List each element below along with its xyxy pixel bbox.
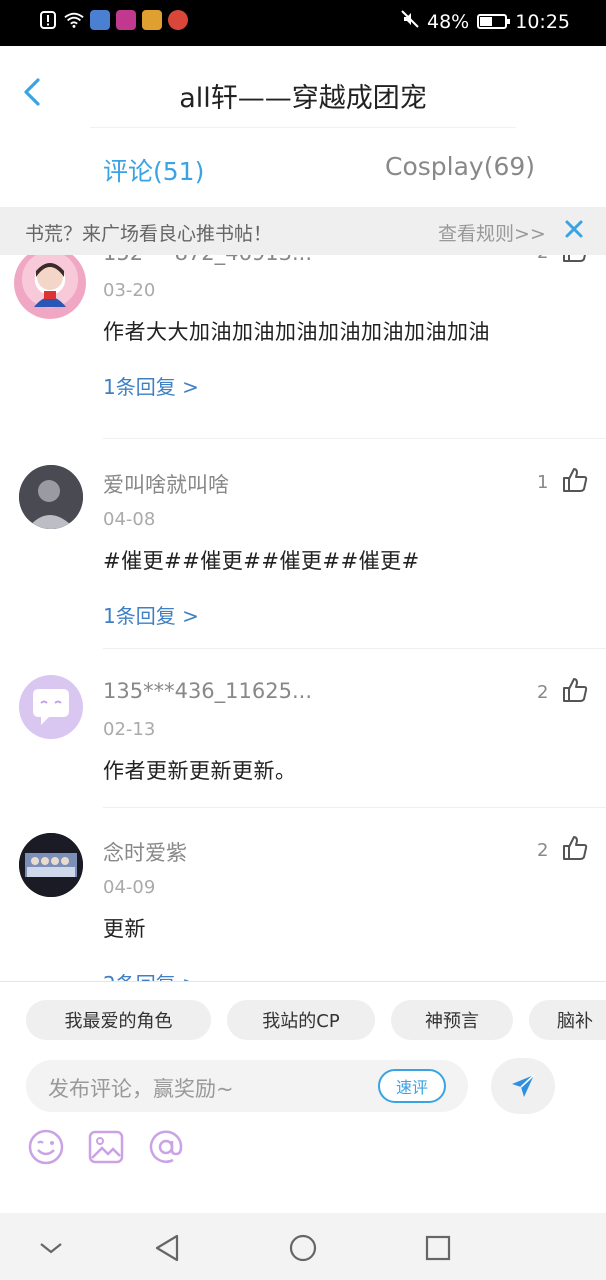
thumbs-up-icon[interactable] bbox=[561, 466, 589, 494]
comment-input[interactable]: 发布评论，赢奖励~ 速评 bbox=[26, 1060, 468, 1112]
comment-username[interactable]: 爱叫啥就叫啥 bbox=[103, 469, 229, 499]
header-divider bbox=[90, 127, 516, 128]
topic-tags: 我最爱的角色 我站的CP 神预言 脑补 bbox=[0, 1000, 606, 1040]
like-count: 2 bbox=[537, 840, 549, 861]
quick-review-button[interactable]: 速评 bbox=[378, 1069, 446, 1103]
composer-tools bbox=[26, 1127, 186, 1167]
system-nav-bar bbox=[0, 1213, 606, 1280]
send-icon bbox=[512, 1074, 535, 1097]
tab-bar: 评论(51) Cosplay(69) bbox=[0, 140, 606, 206]
chat-bubble-avatar-icon bbox=[33, 689, 69, 725]
app-icon-2 bbox=[116, 10, 136, 30]
comment-item: 爱叫啥就叫啥 1 04-08 #催更##催更##催更##催更# 1条回复 > bbox=[0, 445, 606, 655]
battery-icon bbox=[477, 14, 511, 29]
like-count: 2 bbox=[537, 682, 549, 703]
tab-comments[interactable]: 评论(51) bbox=[103, 152, 204, 188]
mute-icon bbox=[401, 10, 419, 33]
avatar-portrait bbox=[19, 465, 83, 529]
tab-cosplay[interactable]: Cosplay(69) bbox=[385, 152, 535, 181]
thumbs-up-icon[interactable] bbox=[561, 834, 589, 862]
avatar[interactable] bbox=[14, 255, 86, 319]
tag-chip[interactable]: 神预言 bbox=[391, 1000, 513, 1040]
tag-chip[interactable]: 我站的CP bbox=[227, 1000, 375, 1040]
nav-collapse-button[interactable] bbox=[36, 1233, 66, 1263]
comment-date: 04-09 bbox=[103, 877, 156, 898]
nav-home-button[interactable] bbox=[288, 1233, 318, 1263]
status-right: 48% 10:25 bbox=[401, 10, 570, 33]
chevron-down-icon bbox=[40, 1243, 62, 1254]
avatar-group-photo bbox=[19, 833, 83, 897]
close-icon bbox=[565, 220, 583, 238]
emoji-icon[interactable] bbox=[26, 1127, 66, 1167]
comment-text: 作者更新更新更新。 bbox=[103, 759, 297, 783]
comment-username[interactable]: 135***436_11625... bbox=[103, 679, 312, 703]
comment-username[interactable]: 152***872_46913... bbox=[103, 255, 312, 265]
battery-fill bbox=[480, 17, 493, 26]
circle-home-icon bbox=[289, 1234, 317, 1262]
status-bar: 48% 10:25 bbox=[0, 0, 606, 46]
square-recents-icon bbox=[425, 1235, 451, 1261]
comment-item: 念时爱紫 2 04-09 更新 2条回复 > bbox=[0, 813, 606, 981]
like-count: 1 bbox=[537, 472, 549, 493]
replies-link[interactable]: 1条回复 > bbox=[103, 600, 199, 629]
comment-item: 152***872_46913... 2 03-20 作者大大加油加油加油加油加… bbox=[0, 255, 606, 445]
comment-divider bbox=[103, 807, 606, 808]
comment-date: 04-08 bbox=[103, 509, 156, 530]
status-left-icons bbox=[38, 10, 188, 30]
header: all轩——穿越成团宠 bbox=[0, 46, 606, 140]
comment-item: 135***436_11625... 2 02-13 作者更新更新更新。 bbox=[0, 655, 606, 815]
banner-text[interactable]: 书荒？来广场看良心推书帖！ bbox=[25, 219, 272, 246]
comment-text: 作者大大加油加油加油加油加油加油加油 bbox=[103, 320, 490, 344]
avatar[interactable] bbox=[19, 833, 83, 897]
battery-percent: 48% bbox=[427, 10, 470, 33]
nav-back-button[interactable] bbox=[153, 1233, 183, 1263]
triangle-back-icon bbox=[155, 1234, 179, 1262]
comment-divider bbox=[103, 438, 606, 439]
comment-divider bbox=[103, 648, 606, 649]
image-icon[interactable] bbox=[86, 1127, 126, 1167]
comment-username[interactable]: 念时爱紫 bbox=[103, 837, 187, 867]
comment-text: 更新 bbox=[103, 917, 146, 941]
nav-recents-button[interactable] bbox=[423, 1233, 453, 1263]
app-icon-1 bbox=[90, 10, 110, 30]
comment-text: #催更##催更##催更##催更# bbox=[103, 549, 420, 573]
view-rules-link[interactable]: 查看规则>> bbox=[438, 219, 546, 246]
send-button[interactable] bbox=[491, 1058, 555, 1114]
avatar[interactable] bbox=[19, 465, 83, 529]
weibo-icon bbox=[142, 10, 162, 30]
replies-link[interactable]: 2条回复 > bbox=[103, 968, 199, 981]
tag-chip[interactable]: 我最爱的角色 bbox=[26, 1000, 211, 1040]
comment-date: 02-13 bbox=[103, 719, 156, 740]
avatar[interactable] bbox=[19, 675, 83, 739]
page-title: all轩——穿越成团宠 bbox=[179, 83, 427, 114]
comment-date: 03-20 bbox=[103, 280, 156, 301]
comment-list[interactable]: 152***872_46913... 2 03-20 作者大大加油加油加油加油加… bbox=[0, 255, 606, 981]
comment-input-placeholder: 发布评论，赢奖励~ bbox=[48, 1077, 234, 1101]
tag-chip[interactable]: 脑补 bbox=[529, 1000, 606, 1040]
close-banner-button[interactable] bbox=[562, 217, 586, 241]
comment-composer: 我最爱的角色 我站的CP 神预言 脑补 发布评论，赢奖励~ 速评 bbox=[0, 981, 606, 1213]
avatar-portrait bbox=[34, 263, 66, 307]
wifi-icon bbox=[64, 10, 84, 30]
thumbs-up-icon[interactable] bbox=[561, 255, 589, 264]
promo-banner: 书荒？来广场看良心推书帖！ 查看规则>> bbox=[0, 207, 606, 255]
app-icon-3 bbox=[168, 10, 188, 30]
clock: 10:25 bbox=[515, 10, 570, 33]
thumbs-up-icon[interactable] bbox=[561, 676, 589, 704]
like-count: 2 bbox=[537, 255, 548, 263]
replies-link[interactable]: 1条回复 > bbox=[103, 371, 199, 400]
notification-alert-icon bbox=[38, 10, 58, 30]
mention-icon[interactable] bbox=[146, 1127, 186, 1167]
